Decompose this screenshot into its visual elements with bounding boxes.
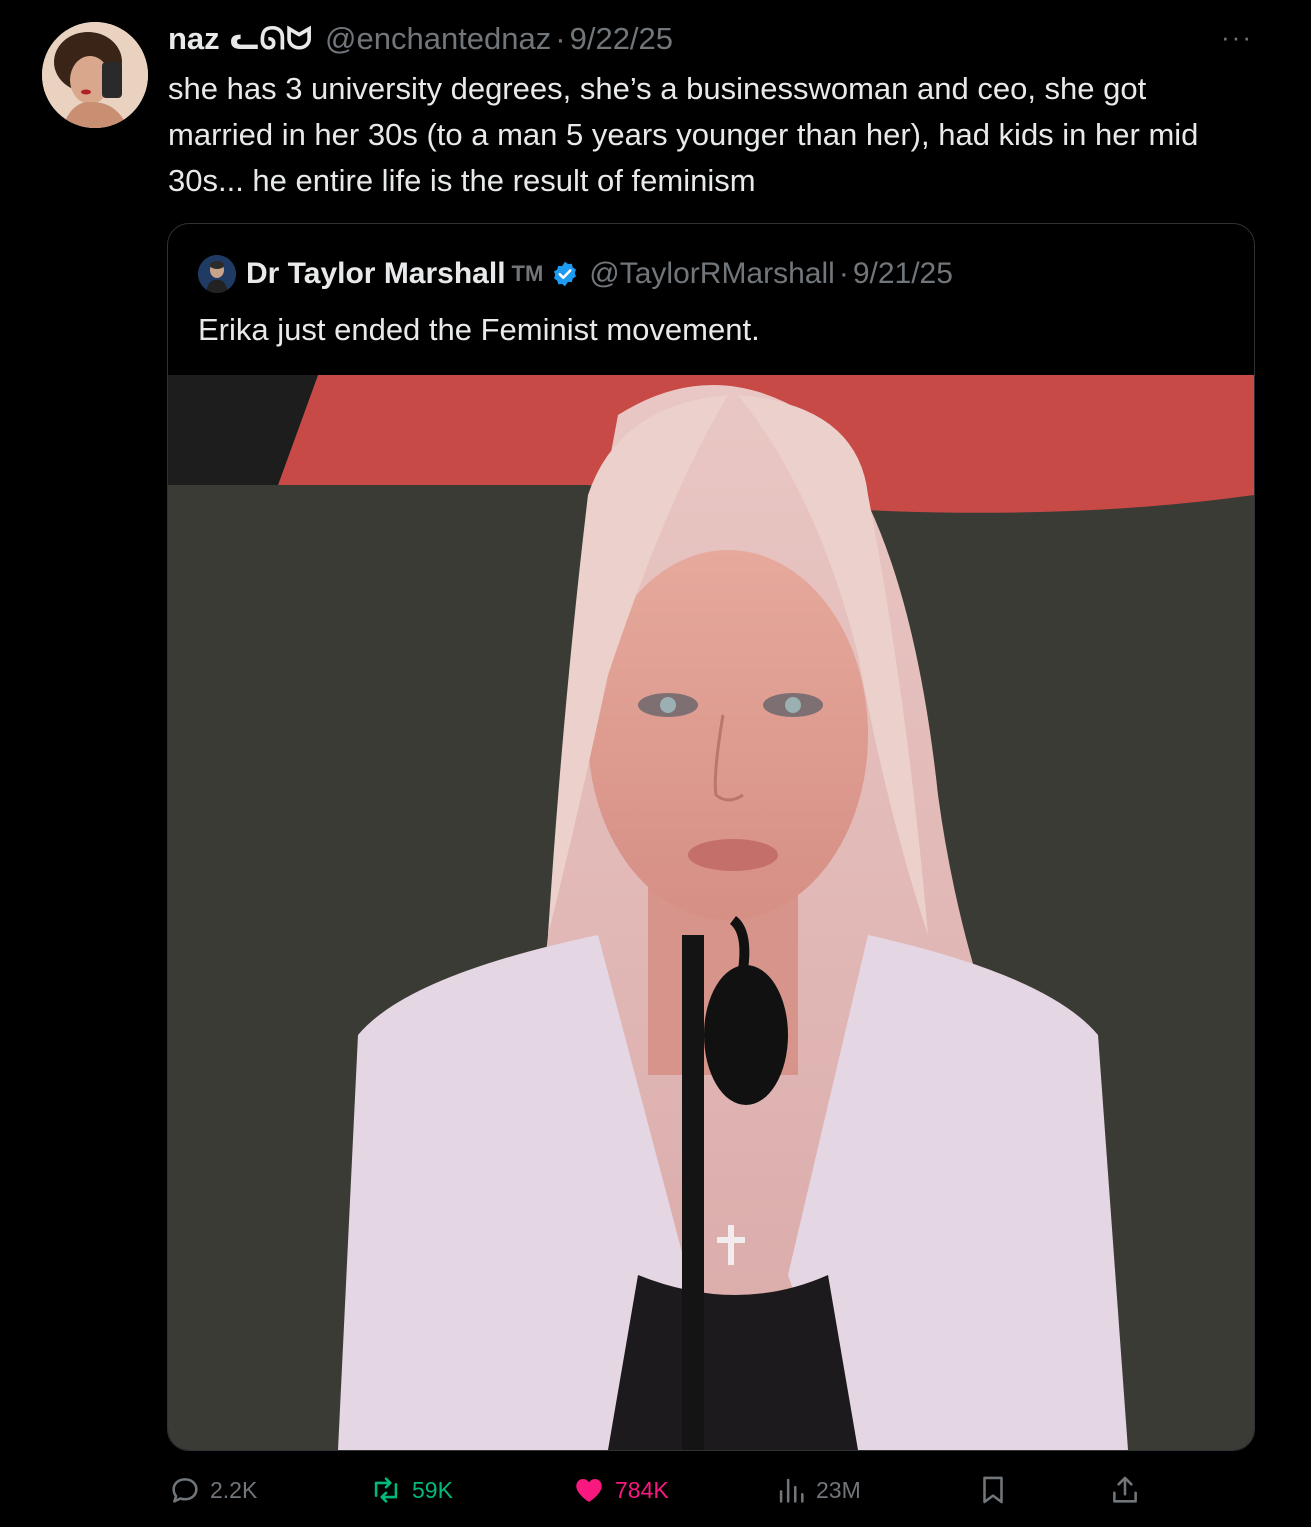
quoted-tweet[interactable]: Dr Taylor Marshall TM @TaylorRMarshall ·… [167, 223, 1255, 1451]
tweet-header: naz ᓚᘏᗢ @enchantednaz · 9/22/25 [168, 18, 673, 60]
retweet-button[interactable]: 59K [368, 1470, 453, 1510]
quote-avatar[interactable] [198, 255, 236, 293]
view-count: 23M [816, 1476, 861, 1503]
avatar[interactable] [42, 22, 148, 128]
author-name-glyphs: ᓚᘏᗢ [229, 20, 314, 56]
share-button[interactable] [1108, 1470, 1142, 1510]
reply-count: 2.2K [210, 1476, 258, 1503]
quote-media-photo[interactable] [168, 375, 1254, 1450]
quote-header-separator: · [838, 257, 849, 290]
retweet-count: 59K [412, 1476, 453, 1503]
tweet-text: she has 3 university degrees, she’s a bu… [168, 71, 1199, 198]
like-count: 784K [615, 1476, 669, 1503]
action-bar: 2.2K 59K 784K 23M [168, 1470, 1168, 1510]
views-icon [774, 1473, 808, 1507]
quote-date[interactable]: 9/21/25 [853, 257, 953, 291]
bookmark-icon [976, 1472, 1010, 1508]
like-icon [571, 1473, 607, 1507]
share-icon [1108, 1472, 1142, 1508]
more-options-icon[interactable]: ··· [1221, 22, 1253, 53]
verified-badge-icon [551, 260, 579, 288]
quote-text: Erika just ended the Feminist movement. [198, 312, 760, 347]
author-handle[interactable]: @enchantednaz [325, 21, 551, 57]
bookmark-button[interactable] [976, 1470, 1010, 1510]
author-name[interactable]: naz [168, 21, 220, 57]
quote-author-handle[interactable]: @TaylorRMarshall [589, 257, 835, 291]
tweet-date[interactable]: 9/22/25 [570, 21, 673, 57]
like-button[interactable]: 784K [571, 1470, 669, 1510]
retweet-icon [368, 1473, 404, 1507]
trademark-mark: TM [511, 261, 544, 286]
views-button[interactable]: 23M [774, 1470, 861, 1510]
quote-header: Dr Taylor Marshall TM @TaylorRMarshall ·… [198, 254, 953, 294]
header-separator: · [555, 21, 566, 56]
quote-author-name[interactable]: Dr Taylor Marshall [246, 257, 506, 291]
reply-icon [168, 1473, 202, 1507]
tweet: naz ᓚᘏᗢ @enchantednaz · 9/22/25 ··· she … [0, 0, 1311, 1527]
reply-button[interactable]: 2.2K [168, 1470, 257, 1510]
